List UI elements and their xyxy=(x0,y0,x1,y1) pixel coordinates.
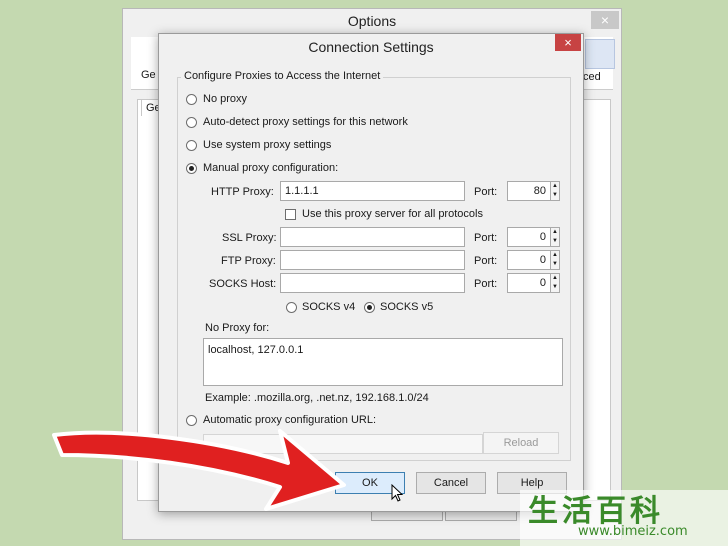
ssl-port-input[interactable]: 0 xyxy=(507,227,551,247)
advanced-tab-icon[interactable] xyxy=(585,39,615,69)
ftp-port-spinner[interactable] xyxy=(550,250,560,270)
socks-port-spinner[interactable] xyxy=(550,273,560,293)
socks-v5-radio[interactable] xyxy=(364,302,375,313)
group-title: Configure Proxies to Access the Internet xyxy=(181,70,384,82)
auto-detect-radio[interactable] xyxy=(186,117,197,128)
annotation-arrow-icon xyxy=(52,429,346,511)
ssl-proxy-input[interactable] xyxy=(280,227,465,247)
ftp-proxy-input[interactable] xyxy=(280,250,465,270)
socks-v4-radio[interactable] xyxy=(286,302,297,313)
http-port-spinner[interactable] xyxy=(550,181,560,201)
ftp-port-label: Port: xyxy=(474,255,498,267)
socks-port-input[interactable]: 0 xyxy=(507,273,551,293)
no-proxy-for-textarea[interactable]: localhost, 127.0.0.1 xyxy=(203,338,563,386)
auto-detect-label[interactable]: Auto-detect proxy settings for this netw… xyxy=(203,116,408,128)
manual-proxy-radio[interactable] xyxy=(186,163,197,174)
dialog-close-button[interactable]: × xyxy=(555,34,581,51)
socks-v4-label[interactable]: SOCKS v4 xyxy=(302,301,355,313)
options-window-title: Options xyxy=(347,13,397,29)
watermark-url: www.bimeiz.com xyxy=(578,524,688,539)
socks-host-input[interactable] xyxy=(280,273,465,293)
system-proxy-label[interactable]: Use system proxy settings xyxy=(203,139,331,151)
cancel-button[interactable]: Cancel xyxy=(416,472,486,494)
use-for-all-label[interactable]: Use this proxy server for all protocols xyxy=(302,208,483,220)
ssl-proxy-label: SSL Proxy: xyxy=(222,232,277,244)
ssl-port-label: Port: xyxy=(474,232,498,244)
ftp-proxy-label: FTP Proxy: xyxy=(221,255,276,267)
http-port-input[interactable]: 80 xyxy=(507,181,551,201)
ftp-port-input[interactable]: 0 xyxy=(507,250,551,270)
socks-v5-label[interactable]: SOCKS v5 xyxy=(380,301,433,313)
socks-host-label: SOCKS Host: xyxy=(209,278,277,290)
dialog-title: Connection Settings xyxy=(308,39,434,55)
reload-button[interactable]: Reload xyxy=(483,432,559,454)
http-proxy-input[interactable]: 1.1.1.1 xyxy=(280,181,465,201)
system-proxy-radio[interactable] xyxy=(186,140,197,151)
ssl-port-spinner[interactable] xyxy=(550,227,560,247)
use-for-all-checkbox[interactable] xyxy=(285,209,296,220)
mouse-cursor-icon xyxy=(391,484,404,502)
options-close-button[interactable]: × xyxy=(591,11,619,29)
http-port-label: Port: xyxy=(474,186,498,198)
no-proxy-label[interactable]: No proxy xyxy=(203,93,247,105)
http-proxy-label: HTTP Proxy: xyxy=(211,186,274,198)
socks-port-label: Port: xyxy=(474,278,498,290)
no-proxy-for-label: No Proxy for: xyxy=(205,322,270,334)
options-tab-advanced[interactable]: ced xyxy=(583,71,601,83)
options-tab-general[interactable]: Ge xyxy=(141,69,156,81)
no-proxy-example: Example: .mozilla.org, .net.nz, 192.168.… xyxy=(205,392,429,404)
no-proxy-radio[interactable] xyxy=(186,94,197,105)
manual-proxy-label[interactable]: Manual proxy configuration: xyxy=(203,162,338,174)
